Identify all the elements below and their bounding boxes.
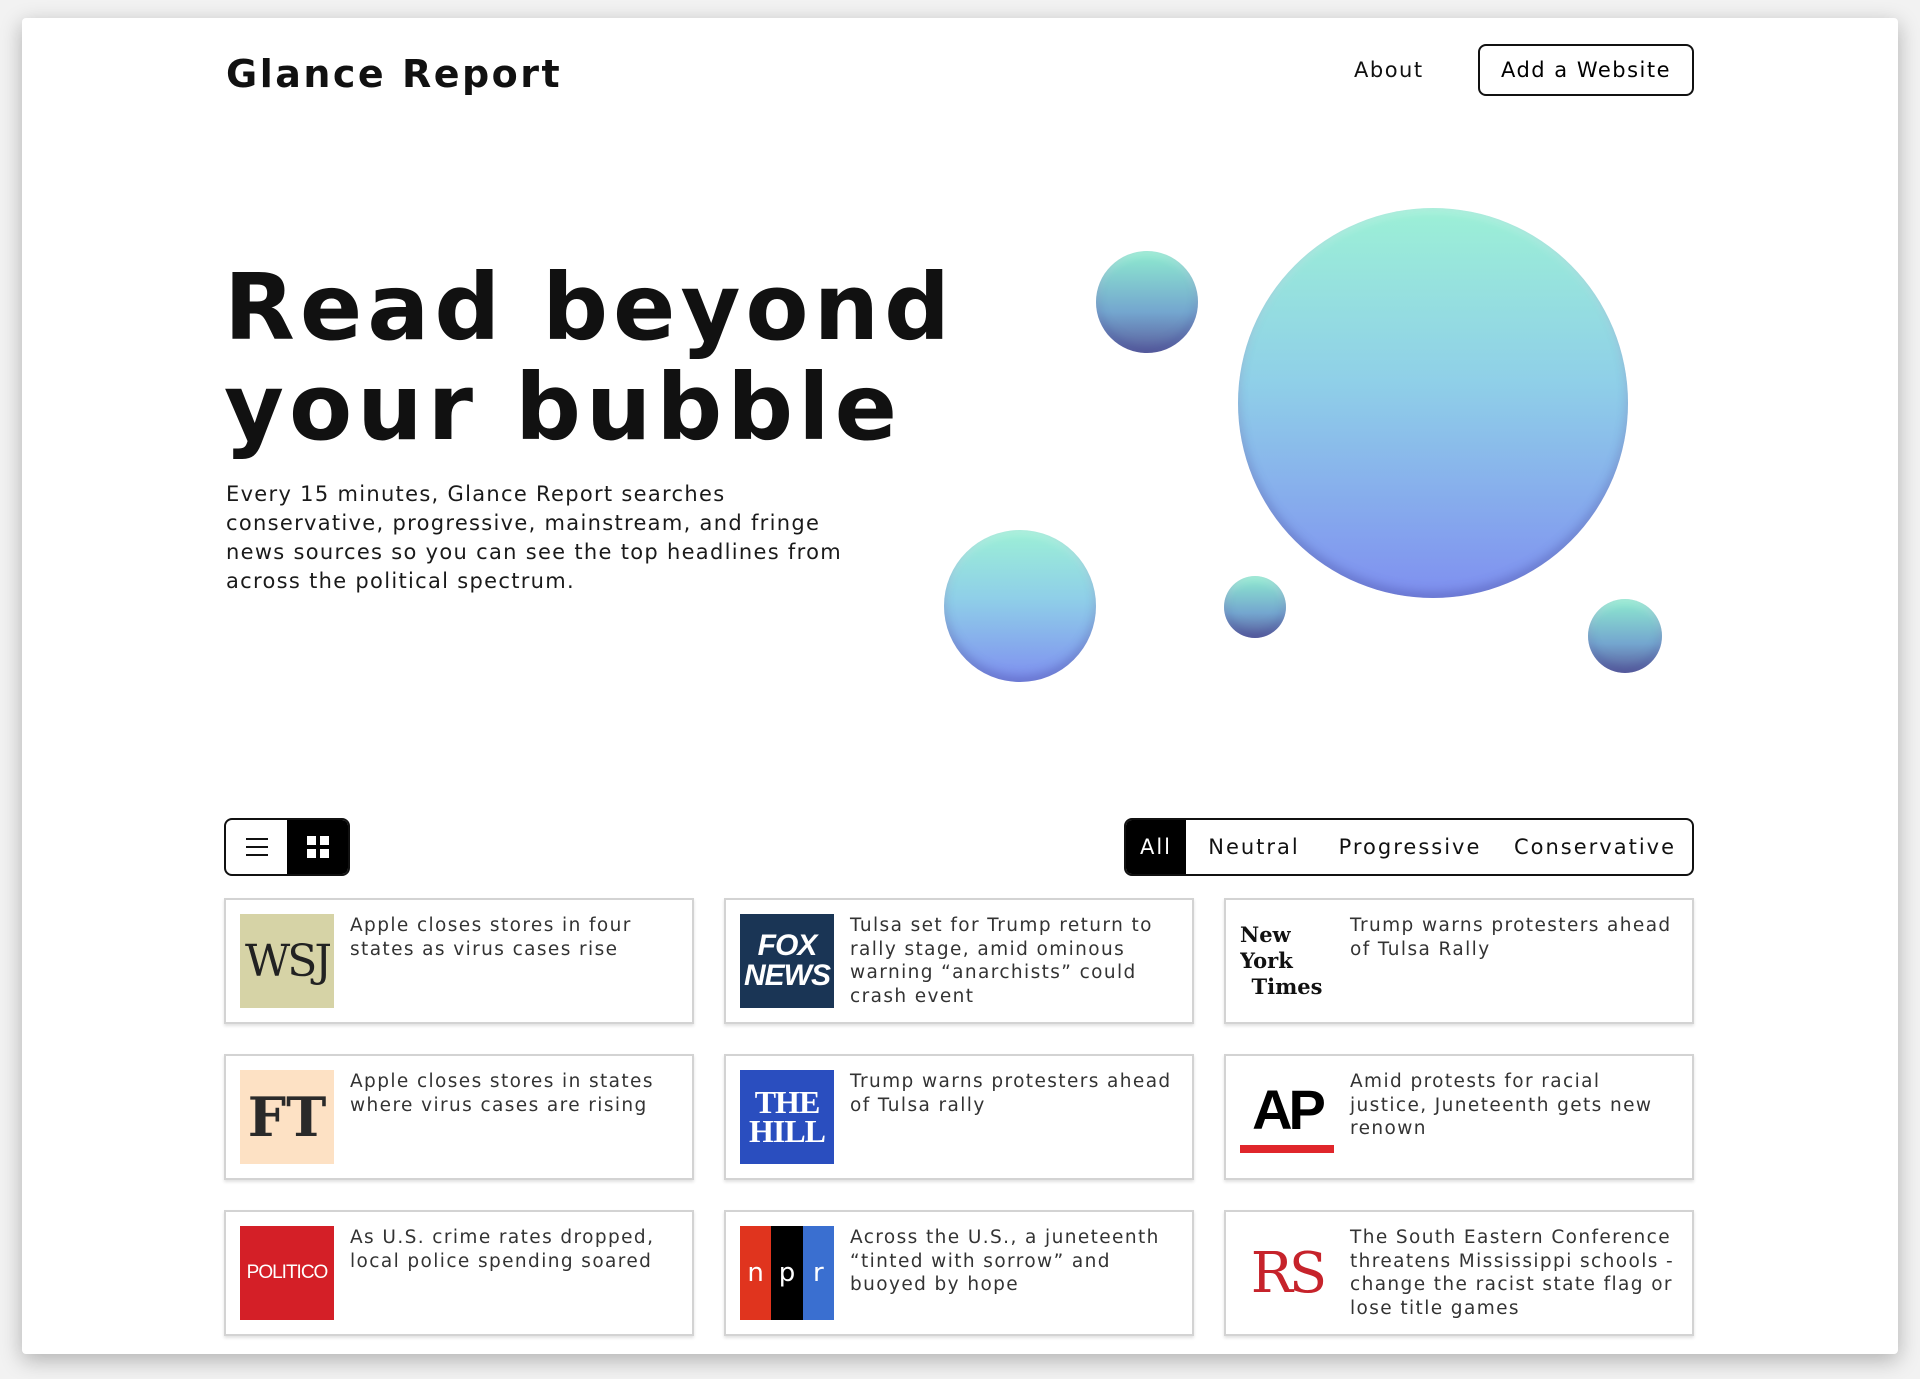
- wsj-logo: WSJ: [240, 914, 334, 1008]
- filter-all[interactable]: All: [1126, 820, 1186, 874]
- card-headline: As U.S. crime rates dropped, local polic…: [350, 1227, 655, 1272]
- filter-progressive[interactable]: Progressive: [1322, 820, 1498, 874]
- headline-card-hill[interactable]: THE HILL Trump warns protesters ahead of…: [724, 1054, 1194, 1180]
- ft-logo: FT: [240, 1070, 334, 1164]
- hill-logo-line-2: HILL: [748, 1113, 826, 1149]
- card-headline: Apple closes stores in states where viru…: [350, 1071, 654, 1116]
- bubble-tiny: [1224, 576, 1286, 638]
- fox-logo-line-1: FOX: [757, 929, 818, 962]
- hero-title-line-1: Read beyond: [224, 254, 955, 361]
- fox-logo-line-2: NEWS: [744, 959, 831, 992]
- grid-view-button[interactable]: [287, 820, 348, 874]
- add-website-button[interactable]: Add a Website: [1478, 44, 1694, 96]
- ap-logo-bar: [1240, 1145, 1334, 1153]
- card-headline: Tulsa set for Trump return to rally stag…: [850, 915, 1153, 1007]
- headline-card-nyt[interactable]: New York Times Trump warns protesters ah…: [1224, 898, 1694, 1024]
- browser-page: Glance Report About Add a Website Read b…: [22, 18, 1898, 1354]
- bubble-top: [1096, 251, 1198, 353]
- card-headline: Across the U.S., a juneteenth “tinted wi…: [850, 1227, 1160, 1295]
- headline-card-fox[interactable]: FOX NEWS Tulsa set for Trump return to r…: [724, 898, 1194, 1024]
- site-logo[interactable]: Glance Report: [226, 52, 562, 96]
- bias-filter: All Neutral Progressive Conservative: [1124, 818, 1694, 876]
- fox-news-logo: FOX NEWS: [740, 914, 834, 1008]
- headline-card-ap[interactable]: AP Amid protests for racial justice, Jun…: [1224, 1054, 1694, 1180]
- npr-logo-p: p: [771, 1226, 803, 1320]
- nyt-logo: New York Times: [1240, 914, 1334, 1008]
- view-toggle: [224, 818, 350, 876]
- card-headline: The South Eastern Conference threatens M…: [1350, 1227, 1675, 1319]
- hero-description: Every 15 minutes, Glance Report searches…: [226, 482, 842, 593]
- rolling-stone-logo: RS: [1240, 1226, 1334, 1320]
- npr-logo-n: n: [740, 1226, 772, 1320]
- list-icon: [245, 838, 268, 856]
- headline-card-npr[interactable]: n p r Across the U.S., a juneteenth “tin…: [724, 1210, 1194, 1336]
- politico-logo: POLITICO: [240, 1226, 334, 1320]
- ap-logo: AP: [1240, 1070, 1334, 1164]
- headline-card-ft[interactable]: FT Apple closes stores in states where v…: [224, 1054, 694, 1180]
- hero-title: Read beyond your bubble: [224, 258, 955, 458]
- headline-card-politico[interactable]: POLITICO As U.S. crime rates dropped, lo…: [224, 1210, 694, 1336]
- card-headline: Apple closes stores in four states as vi…: [350, 915, 632, 960]
- card-headline: Trump warns protesters ahead of Tulsa ra…: [850, 1071, 1172, 1116]
- bubble-right: [1588, 599, 1662, 673]
- about-link[interactable]: About: [1354, 58, 1424, 82]
- card-headline: Trump warns protesters ahead of Tulsa Ra…: [1350, 915, 1672, 960]
- bubble-medium: [944, 530, 1096, 682]
- filter-conservative[interactable]: Conservative: [1498, 820, 1692, 874]
- headline-card-wsj[interactable]: WSJ Apple closes stores in four states a…: [224, 898, 694, 1024]
- bubble-large: [1238, 208, 1628, 598]
- nyt-logo-line-2: Times: [1251, 974, 1323, 999]
- nyt-logo-line-1: New York: [1240, 922, 1293, 973]
- card-headline: Amid protests for racial justice, Junete…: [1350, 1071, 1653, 1139]
- the-hill-logo: THE HILL: [740, 1070, 834, 1164]
- hero-title-line-2: your bubble: [224, 354, 903, 461]
- filter-neutral[interactable]: Neutral: [1186, 820, 1322, 874]
- ap-logo-text: AP: [1252, 1078, 1326, 1141]
- grid-icon: [306, 836, 329, 858]
- headline-card-rolling-stone[interactable]: RS The South Eastern Conference threaten…: [1224, 1210, 1694, 1336]
- list-view-button[interactable]: [226, 820, 287, 874]
- npr-logo-r: r: [802, 1226, 834, 1320]
- npr-logo: n p r: [740, 1226, 834, 1320]
